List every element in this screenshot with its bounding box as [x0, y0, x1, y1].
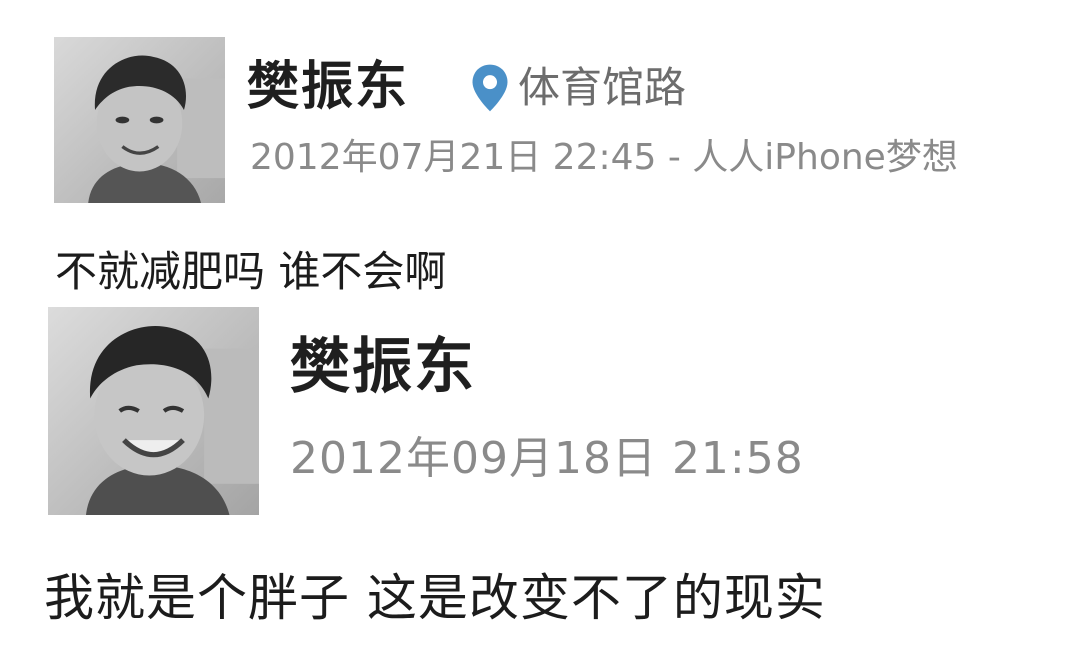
- post-content: 我就是个胖子 这是改变不了的现实: [44, 569, 826, 627]
- author-name[interactable]: 樊振东: [247, 55, 409, 119]
- avatar[interactable]: [54, 37, 225, 203]
- post-timestamp: 2012年07月21日 22:45 - 人人iPhone梦想: [250, 137, 958, 178]
- location-tag[interactable]: 体育馆路: [470, 60, 686, 116]
- location-label: 体育馆路: [518, 63, 687, 112]
- avatar-photo-icon: [48, 307, 259, 515]
- avatar[interactable]: [48, 307, 259, 515]
- location-pin-icon: [472, 64, 508, 112]
- screenshot-page: 樊振东 体育馆路 2012年07月21日 22:45 - 人人iPhone梦想 …: [0, 0, 1080, 651]
- avatar-photo-icon: [54, 37, 225, 203]
- post-content: 不就减肥吗 谁不会啊: [55, 247, 447, 296]
- author-name[interactable]: 樊振东: [290, 330, 476, 404]
- post-timestamp: 2012年09月18日 21:58: [290, 433, 804, 484]
